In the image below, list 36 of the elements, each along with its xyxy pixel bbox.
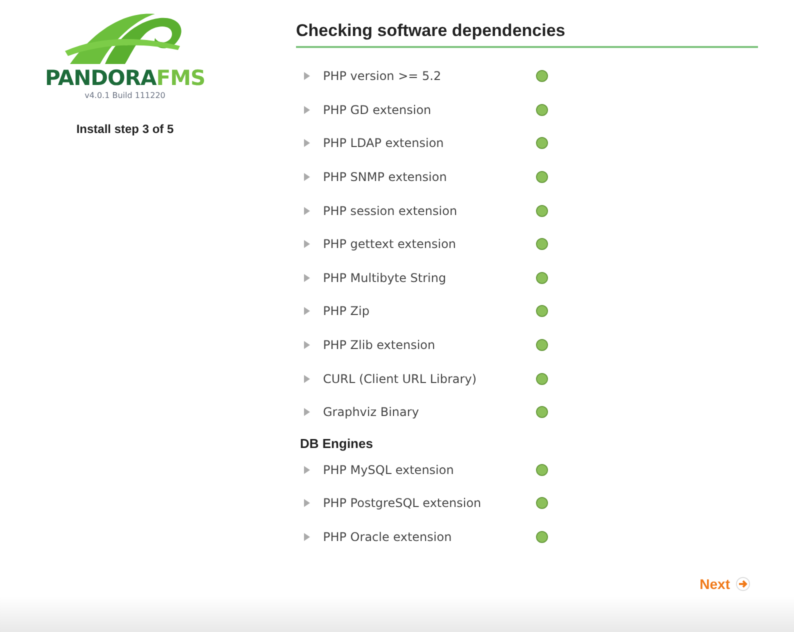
- check-label: PHP Zlib extension: [323, 337, 436, 354]
- section-heading: DB Engines: [299, 434, 374, 453]
- check-label: PHP LDAP extension: [323, 135, 445, 152]
- bullet-icon: [304, 72, 310, 80]
- bullet-icon: [304, 374, 310, 383]
- install-step-text: Install step 3 of 5: [76, 121, 174, 138]
- page-title: Checking software dependencies: [296, 21, 566, 40]
- bullet-icon: [304, 533, 310, 542]
- check-label: PHP SNMP extension: [323, 169, 448, 186]
- bullet-icon: [304, 173, 310, 182]
- bullet-icon: [304, 139, 310, 148]
- bullet-icon: [304, 240, 310, 248]
- check-label: CURL (Client URL Library): [323, 370, 478, 388]
- bullet-icon: [304, 206, 310, 215]
- arrow-icon: [736, 577, 750, 592]
- bullet-icon: [304, 106, 310, 114]
- check-label: PHP MySQL extension: [323, 462, 455, 479]
- logo-text: PANDORA: [44, 68, 156, 89]
- bullet-icon: [304, 466, 310, 474]
- check-label: PHP Multibyte String: [323, 270, 448, 287]
- logo-text-accent: FMS: [156, 68, 206, 89]
- check-label: PHP GD extension: [323, 102, 432, 119]
- check-label: PHP Oracle extension: [323, 529, 453, 546]
- check-label: PHP PostgreSQL extension: [323, 495, 482, 512]
- bullet-icon: [304, 274, 310, 282]
- bullet-icon: [304, 341, 310, 350]
- bullet-icon: [304, 307, 310, 316]
- check-label: Graphviz Binary: [323, 404, 420, 422]
- check-label: PHP version >= 5.2: [323, 68, 442, 86]
- bullet-icon: [304, 499, 310, 508]
- check-label: PHP session extension: [323, 202, 458, 220]
- check-label: PHP Zip: [323, 303, 370, 320]
- next-button[interactable]: Next: [700, 574, 750, 595]
- check-label: PHP gettext extension: [323, 236, 458, 254]
- version-text: v4.0.1 Build 111220: [84, 90, 166, 102]
- bullet-icon: [304, 408, 310, 416]
